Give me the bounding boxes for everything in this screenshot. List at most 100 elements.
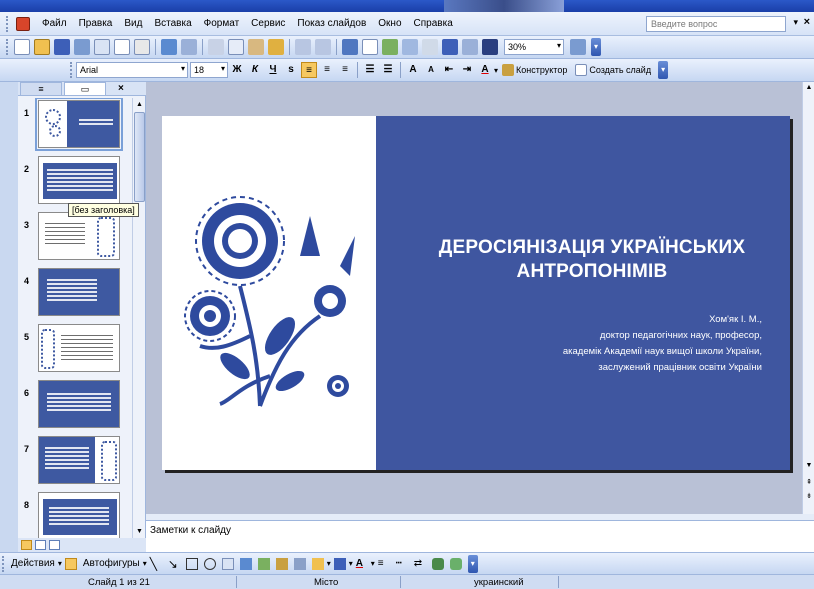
insert-diagram-icon[interactable] [382,39,398,55]
underline-button[interactable]: Ч [265,62,281,78]
align-right-button[interactable]: ≡ [337,62,353,78]
new-slide-button[interactable]: Создать слайд [575,64,651,76]
rectangle-icon[interactable] [185,557,198,570]
toolbar-options-icon[interactable]: ▾ [658,61,669,79]
dash-style-icon[interactable]: ┅ [396,558,408,570]
menu-insert[interactable]: Вставка [148,12,197,36]
menu-format[interactable]: Формат [198,12,246,36]
cut-icon[interactable] [208,39,224,55]
shadow-style-icon[interactable] [431,557,444,570]
save-icon[interactable] [54,39,70,55]
numbering-button[interactable]: ☰ [362,62,378,78]
ask-question-input[interactable]: Введите вопрос [646,16,786,32]
slide-thumbnail[interactable] [38,436,120,484]
slide-thumbnail[interactable] [35,98,123,151]
format-painter-icon[interactable] [268,39,284,55]
new-icon[interactable] [14,39,30,55]
font-name-select[interactable]: Arial ▾ [76,62,188,78]
menu-window[interactable]: Окно [372,12,407,36]
paste-icon[interactable] [248,39,264,55]
chevron-down-icon[interactable]: ▾ [494,66,498,75]
fill-color-icon[interactable] [311,557,324,570]
actions-menu[interactable]: Действия [11,558,55,569]
oval-icon[interactable] [203,557,216,570]
designer-button[interactable]: Конструктор [502,64,567,76]
print-preview-icon[interactable] [134,39,150,55]
picture-icon[interactable] [293,557,306,570]
line-style-icon[interactable]: ≡ [378,558,390,570]
redo-icon[interactable] [315,39,331,55]
line-color-icon[interactable] [333,557,346,570]
toolbar-options-icon[interactable]: ▾ [591,38,601,56]
font-color-button[interactable]: A [477,62,493,78]
menu-help[interactable]: Справка [408,12,459,36]
insert-chart-icon[interactable] [342,39,358,55]
powerpoint-icon[interactable] [16,16,30,31]
shadow-button[interactable]: s [283,62,299,78]
bullets-button[interactable]: ☰ [380,62,396,78]
chevron-down-icon[interactable]: ▾ [58,559,62,568]
insert-hyperlink-icon[interactable] [402,39,418,55]
scroll-up-icon[interactable]: ▲ [804,84,814,91]
increase-font-button[interactable]: A [405,62,421,78]
align-left-button[interactable]: ≡ [301,62,317,78]
open-icon[interactable] [34,39,50,55]
zoom-select[interactable]: 30% ▾ [504,39,564,55]
menu-view[interactable]: Вид [118,12,148,36]
chevron-down-icon[interactable]: ▾ [349,559,353,568]
slide-sorter-button[interactable] [35,540,46,550]
menu-edit[interactable]: Правка [73,12,119,36]
select-objects-icon[interactable] [64,557,77,570]
thumbnails-scrollbar[interactable]: ▲ ▼ [132,98,145,538]
arrow-icon[interactable]: ↘ [168,558,180,570]
tab-slides[interactable]: ▭ [64,82,106,95]
insert-table-icon[interactable] [362,39,378,55]
spelling-icon[interactable] [161,39,177,55]
slideshow-button[interactable] [49,540,60,550]
slide-thumbnail[interactable] [38,268,120,316]
show-grid-icon[interactable] [462,39,478,55]
tab-outline[interactable]: ≡ [20,82,62,95]
line-icon[interactable]: ╲ [150,558,162,570]
scrollbar-thumb[interactable] [134,112,145,202]
undo-icon[interactable] [295,39,311,55]
permission-icon[interactable] [74,39,90,55]
menu-slideshow[interactable]: Показ слайдов [291,12,372,36]
font-size-select[interactable]: 18 ▾ [190,62,228,78]
research-icon[interactable] [181,39,197,55]
copy-icon[interactable] [228,39,244,55]
scroll-up-icon[interactable]: ▲ [134,99,145,110]
print-icon[interactable] [114,39,130,55]
decrease-indent-button[interactable]: ⇤ [441,62,457,78]
next-slide-icon[interactable]: ⇟ [804,492,814,500]
slide-thumbnail[interactable] [38,492,120,538]
autoshapes-menu[interactable]: Автофигуры [83,558,140,569]
show-formatting-icon[interactable] [442,39,458,55]
close-panel-icon[interactable]: × [118,82,124,95]
slide-thumbnail[interactable] [38,324,120,372]
bold-button[interactable]: Ж [229,62,245,78]
email-icon[interactable] [94,39,110,55]
decrease-font-button[interactable]: A [423,62,439,78]
notes-pane[interactable]: Заметки к слайду [146,520,814,552]
clipart-icon[interactable] [275,557,288,570]
ask-dropdown-icon[interactable]: ▾ [793,17,798,28]
textbox-icon[interactable] [221,557,234,570]
menu-file[interactable]: Файл [36,12,73,36]
arrow-style-icon[interactable]: ⇄ [414,558,426,570]
increase-indent-button[interactable]: ⇥ [459,62,475,78]
toolbar-grip[interactable] [6,15,12,32]
diagram-icon[interactable] [257,557,270,570]
current-slide[interactable]: ДЕРОСІЯНІЗАЦІЯ УКРАЇНСЬКИХ АНТРОПОНІМІВ … [162,116,790,470]
normal-view-button[interactable] [21,540,32,550]
slide-scrollbar[interactable]: ▲ ▼ ⇞ ⇟ [802,82,814,514]
slide-thumbnail[interactable] [38,380,120,428]
slide-thumbnail[interactable] [38,156,120,204]
previous-slide-icon[interactable]: ⇞ [804,478,814,486]
chevron-down-icon[interactable]: ▾ [371,559,375,568]
3d-style-icon[interactable] [449,557,462,570]
help-icon[interactable] [570,39,586,55]
slide-title[interactable]: ДЕРОСІЯНІЗАЦІЯ УКРАЇНСЬКИХ АНТРОПОНІМІВ [392,236,792,284]
slide-thumbnail[interactable] [38,212,120,260]
slide-author-block[interactable]: Хом'як І. М., доктор педагогічних наук, … [462,312,762,376]
